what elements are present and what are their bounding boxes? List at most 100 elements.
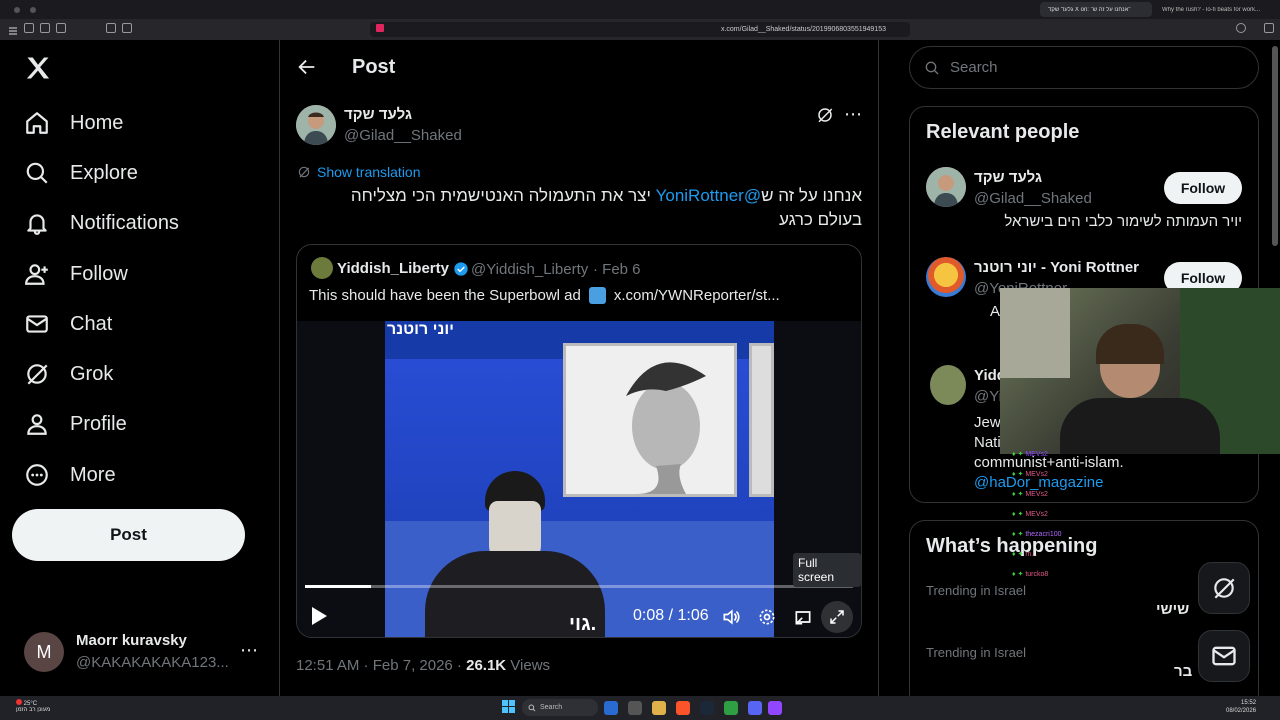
post-meta: 12:51 AM · Feb 7, 2026 · 26.1K Views: [296, 657, 551, 674]
nav-profile[interactable]: Profile: [24, 404, 127, 444]
nav-grok[interactable]: Grok: [24, 354, 113, 394]
nav-chat[interactable]: Chat: [24, 304, 112, 344]
nav-home[interactable]: Home: [24, 103, 123, 143]
browser-toolbar: x.com/Gilad__Shaked/status/2019906803551…: [0, 19, 1280, 40]
stream-chat-overlay: ♦ ✦ MEVs2 ♦ ✦ MEVs2 ♦ ✦ MEVs2 ♦ ✦ MEVs2 …: [1012, 450, 1122, 580]
messages-float-button[interactable]: [1198, 630, 1250, 682]
taskbar-app-icon[interactable]: [724, 701, 738, 715]
avatar[interactable]: [926, 167, 966, 207]
person-name[interactable]: גלעד שקד: [974, 169, 1042, 186]
chat-line: ♦ ✦ MEVs2: [1012, 511, 1048, 518]
account-handle: @KAKAKAKAKA123...: [76, 654, 229, 671]
reload-icon[interactable]: [1236, 23, 1246, 33]
taskbar-search[interactable]: Search: [522, 699, 598, 716]
x-logo[interactable]: [24, 54, 52, 87]
avatar[interactable]: [930, 365, 966, 405]
quoted-post[interactable]: Yiddish_Liberty @Yiddish_Liberty · Feb 6…: [296, 244, 862, 638]
taskbar-app-icon[interactable]: [604, 701, 618, 715]
search-icon: [925, 61, 939, 74]
windows-start-icon[interactable]: [502, 700, 516, 719]
toolbar-icon[interactable]: [1264, 23, 1274, 33]
author-avatar[interactable]: [296, 105, 336, 145]
play-icon[interactable]: [309, 605, 329, 632]
toolbar-icon[interactable]: [122, 23, 132, 33]
window-dot-icon[interactable]: [30, 6, 36, 13]
chat-line: ♦ ✦ turcko8: [1012, 571, 1049, 578]
author-handle[interactable]: @Gilad__Shaked: [344, 127, 462, 144]
nav-explore[interactable]: Explore: [24, 153, 138, 193]
browser-tab[interactable]: Why the rush? - lo-fi beats for work...: [1154, 2, 1280, 17]
progress-track[interactable]: [305, 585, 853, 588]
taskbar-app-icon[interactable]: [676, 701, 690, 715]
post-text: אנחנו על זה ש@YoniRottner יצר את התעמולה…: [350, 186, 862, 229]
video-caption: גוי.: [569, 613, 597, 635]
video-player[interactable]: יוני רוטנר גוי. 0:08 / 1:06 Full screen: [297, 321, 861, 637]
settings-gear-icon[interactable]: [757, 607, 777, 632]
more-circle-icon: [26, 464, 48, 486]
url-field[interactable]: x.com/Gilad__Shaked/status/2019906803551…: [370, 22, 910, 37]
toolbar-icon[interactable]: [106, 23, 116, 33]
toolbar-icon[interactable]: [24, 23, 34, 33]
streamer-body: [1060, 398, 1220, 454]
nav-follow[interactable]: Follow: [24, 254, 128, 294]
account-switcher[interactable]: M Maorr kuravsky @KAKAKAKAKA123... ⋯: [24, 630, 264, 674]
post-header: Post: [280, 40, 878, 93]
avatar[interactable]: [926, 257, 966, 297]
back-arrow-icon[interactable]: [296, 56, 318, 83]
trend-topic[interactable]: בר: [1174, 663, 1192, 680]
chat-line: ♦ ✦ thezacri100: [1012, 531, 1062, 538]
pip-icon[interactable]: [793, 607, 813, 632]
browser-tab-active[interactable]: גלעד שקד X on: "אנחנו על זה ש": [1040, 2, 1152, 17]
home-icon: [26, 112, 48, 134]
menu-icon[interactable]: [8, 23, 18, 35]
show-translation[interactable]: Show translation: [297, 164, 421, 180]
taskbar-app-icon[interactable]: [628, 701, 642, 715]
taskbar-app-icon[interactable]: [700, 701, 714, 715]
fullscreen-icon[interactable]: [821, 601, 853, 633]
nav-more[interactable]: More: [24, 455, 116, 495]
quote-avatar: [311, 257, 333, 279]
mail-icon: [26, 315, 48, 333]
brave-shield-icon[interactable]: [376, 24, 384, 32]
grok-icon[interactable]: [816, 106, 834, 129]
window-dot-icon[interactable]: [14, 6, 20, 13]
grok-icon: [1214, 578, 1235, 599]
post-button[interactable]: Post: [12, 509, 245, 561]
search-icon: [528, 704, 536, 711]
taskbar-app-icon[interactable]: [748, 701, 762, 715]
toolbar-icon[interactable]: [56, 23, 66, 33]
streamer-hair: [1096, 324, 1164, 364]
video-frame: יוני רוטנר גוי.: [385, 321, 774, 637]
progress-fill: [305, 585, 371, 588]
column-divider: [279, 40, 280, 696]
browser-tab-bar: גלעד שקד X on: "אנחנו על זה ש" Why the r…: [0, 0, 1280, 19]
page-title: Post: [352, 56, 396, 78]
quote-link[interactable]: x.com/YWNReporter/st...: [614, 287, 780, 304]
trend-topic[interactable]: שישי: [1156, 601, 1189, 618]
volume-icon[interactable]: [721, 607, 741, 632]
person-name[interactable]: יוני רוטנר - Yoni Rottner: [974, 259, 1139, 276]
scrollbar-thumb[interactable]: [1272, 46, 1278, 246]
mention-link[interactable]: @YoniRottner: [656, 186, 761, 205]
chat-line: ♦ ✦ MEVs2: [1012, 451, 1048, 458]
chat-line: ♦ ✦ MEVs2: [1012, 491, 1048, 498]
toolbar-icon[interactable]: [40, 23, 50, 33]
person-add-icon: [25, 264, 48, 285]
taskbar-app-icon[interactable]: [652, 701, 666, 715]
avatar: M: [24, 632, 64, 672]
panel-title: Relevant people: [926, 121, 1080, 143]
more-icon[interactable]: ⋯: [844, 104, 862, 125]
chat-line: ♦ ✦ MEVs2: [1012, 471, 1048, 478]
translate-icon: [298, 166, 310, 178]
weather-widget[interactable]: 25°C מעונן רב הזמן: [16, 699, 50, 713]
follow-button[interactable]: Follow: [1164, 172, 1242, 204]
chat-line: ♦ ✦ m...: [1012, 551, 1037, 558]
nav-notifications[interactable]: Notifications: [24, 203, 179, 243]
author-name[interactable]: גלעד שקד: [344, 106, 412, 123]
clock[interactable]: 15:52 08/02/2026: [1226, 699, 1256, 715]
more-icon[interactable]: ⋯: [240, 640, 258, 661]
search-input[interactable]: Search: [909, 46, 1259, 89]
person-handle: @Yi: [974, 388, 1003, 405]
grok-float-button[interactable]: [1198, 562, 1250, 614]
taskbar-app-icon[interactable]: [768, 701, 782, 715]
